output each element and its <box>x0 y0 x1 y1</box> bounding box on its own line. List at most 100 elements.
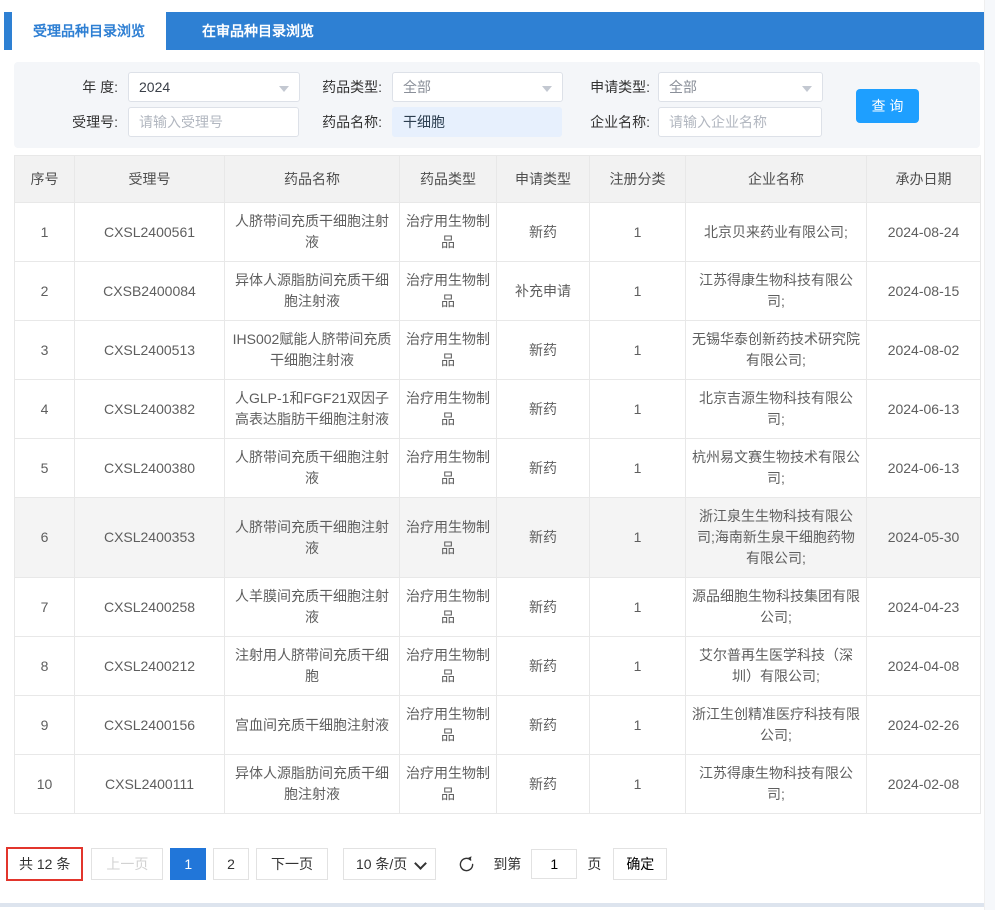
table-cell: CXSL2400156 <box>75 696 225 755</box>
jump-page-input[interactable] <box>531 849 577 879</box>
table-cell: 1 <box>590 578 686 637</box>
table-cell: 人GLP-1和FGF21双因子高表达脂肪干细胞注射液 <box>225 380 400 439</box>
table-cell: 新药 <box>497 321 590 380</box>
table-cell: CXSL2400111 <box>75 755 225 814</box>
footer-divider <box>0 903 995 907</box>
table-cell: 1 <box>590 262 686 321</box>
year-label: 年 度: <box>42 72 118 102</box>
column-header: 申请类型 <box>497 156 590 203</box>
table-row: 6CXSL2400353人脐带间充质干细胞注射液治疗用生物制品新药1浙江泉生生物… <box>15 498 981 578</box>
table-row: 5CXSL2400380人脐带间充质干细胞注射液治疗用生物制品新药1杭州易文赛生… <box>15 439 981 498</box>
table-cell: 1 <box>15 203 75 262</box>
table-cell: 注射用人脐带间充质干细胞 <box>225 637 400 696</box>
apply-type-label: 申请类型: <box>570 72 650 102</box>
table-cell: CXSL2400380 <box>75 439 225 498</box>
tab-accepted-catalog[interactable]: 受理品种目录浏览 <box>12 12 166 50</box>
table-cell: 新药 <box>497 637 590 696</box>
table-cell: 7 <box>15 578 75 637</box>
page: 受理品种目录浏览 在审品种目录浏览 年 度: 2024 药品类型: 全部 申请类… <box>0 0 995 910</box>
table-cell: 治疗用生物制品 <box>400 755 497 814</box>
table-cell: 2024-06-13 <box>867 380 981 439</box>
chevron-down-icon <box>279 86 289 92</box>
table-cell: CXSL2400561 <box>75 203 225 262</box>
table-cell: 源品细胞生物科技集团有限公司; <box>686 578 867 637</box>
table-cell: 1 <box>590 380 686 439</box>
refresh-icon[interactable] <box>456 854 477 875</box>
page-size-select[interactable]: 10 条/页 <box>343 848 436 880</box>
table-row: 1CXSL2400561人脐带间充质干细胞注射液治疗用生物制品新药1北京贝来药业… <box>15 203 981 262</box>
table-cell: 2024-04-08 <box>867 637 981 696</box>
column-header: 药品类型 <box>400 156 497 203</box>
table-cell: 艾尔普再生医学科技（深圳）有限公司; <box>686 637 867 696</box>
company-name-input[interactable] <box>658 107 822 137</box>
column-header: 企业名称 <box>686 156 867 203</box>
table-row: 3CXSL2400513IHS002赋能人脐带间充质干细胞注射液治疗用生物制品新… <box>15 321 981 380</box>
prev-page-button[interactable]: 上一页 <box>91 848 163 880</box>
apply-type-select[interactable]: 全部 <box>658 72 823 102</box>
table-row: 8CXSL2400212注射用人脐带间充质干细胞治疗用生物制品新药1艾尔普再生医… <box>15 637 981 696</box>
table-cell: 1 <box>590 498 686 578</box>
chevron-down-icon <box>802 86 812 92</box>
column-header: 受理号 <box>75 156 225 203</box>
table-cell: 治疗用生物制品 <box>400 439 497 498</box>
table-cell: CXSL2400258 <box>75 578 225 637</box>
table-cell: 2 <box>15 262 75 321</box>
table-row: 7CXSL2400258人羊膜间充质干细胞注射液治疗用生物制品新药1源品细胞生物… <box>15 578 981 637</box>
page-button-1[interactable]: 1 <box>170 848 206 880</box>
table-cell: 2024-06-13 <box>867 439 981 498</box>
table-row: 4CXSL2400382人GLP-1和FGF21双因子高表达脂肪干细胞注射液治疗… <box>15 380 981 439</box>
table-cell: 新药 <box>497 578 590 637</box>
drug-type-select[interactable]: 全部 <box>392 72 563 102</box>
table-cell: 新药 <box>497 755 590 814</box>
year-select[interactable]: 2024 <box>128 72 300 102</box>
table-cell: 治疗用生物制品 <box>400 380 497 439</box>
next-page-button[interactable]: 下一页 <box>256 848 328 880</box>
table-cell: 4 <box>15 380 75 439</box>
vertical-scrollbar[interactable] <box>984 0 995 910</box>
table-cell: 2024-05-30 <box>867 498 981 578</box>
table-cell: 治疗用生物制品 <box>400 203 497 262</box>
table-cell: 9 <box>15 696 75 755</box>
drug-name-input[interactable] <box>392 107 562 137</box>
table-row: 10CXSL2400111异体人源脂肪间充质干细胞注射液治疗用生物制品新药1江苏… <box>15 755 981 814</box>
table-cell: 2024-02-08 <box>867 755 981 814</box>
chevron-down-icon <box>542 86 552 92</box>
table-cell: 2024-08-02 <box>867 321 981 380</box>
table-cell: 浙江泉生生物科技有限公司;海南新生泉干细胞药物有限公司; <box>686 498 867 578</box>
pagination-bar: 共 12 条 上一页 1 2 下一页 10 条/页 到第 页 确定 <box>6 845 667 883</box>
table-cell: 2024-08-24 <box>867 203 981 262</box>
acceptance-no-label: 受理号: <box>42 107 118 137</box>
table-cell: 人脐带间充质干细胞注射液 <box>225 498 400 578</box>
table-cell: 1 <box>590 321 686 380</box>
table-cell: 3 <box>15 321 75 380</box>
table-cell: 治疗用生物制品 <box>400 578 497 637</box>
table-cell: 治疗用生物制品 <box>400 696 497 755</box>
table-cell: 1 <box>590 696 686 755</box>
tab-under-review-catalog[interactable]: 在审品种目录浏览 <box>190 12 326 50</box>
table-cell: 新药 <box>497 439 590 498</box>
table-cell: 1 <box>590 755 686 814</box>
table-head-row: 序号受理号药品名称药品类型申请类型注册分类企业名称承办日期 <box>15 156 981 203</box>
table-cell: 江苏得康生物科技有限公司; <box>686 262 867 321</box>
results-table: 序号受理号药品名称药品类型申请类型注册分类企业名称承办日期 1CXSL24005… <box>14 155 981 814</box>
page-button-2[interactable]: 2 <box>213 848 249 880</box>
table-row: 2CXSB2400084异体人源脂肪间充质干细胞注射液治疗用生物制品补充申请1江… <box>15 262 981 321</box>
column-header: 承办日期 <box>867 156 981 203</box>
table-cell: 异体人源脂肪间充质干细胞注射液 <box>225 755 400 814</box>
tab-bar: 受理品种目录浏览 在审品种目录浏览 <box>4 12 985 50</box>
table-cell: 人脐带间充质干细胞注射液 <box>225 439 400 498</box>
drug-type-select-value: 全部 <box>403 79 431 95</box>
table-cell: 2024-04-23 <box>867 578 981 637</box>
table-cell: 2024-08-15 <box>867 262 981 321</box>
confirm-button[interactable]: 确定 <box>613 848 667 880</box>
acceptance-no-input[interactable] <box>128 107 299 137</box>
total-count: 共 12 条 <box>11 851 78 877</box>
search-button[interactable]: 查 询 <box>856 89 919 123</box>
table-cell: 无锡华泰创新药技术研究院有限公司; <box>686 321 867 380</box>
table-cell: CXSL2400353 <box>75 498 225 578</box>
table-cell: 5 <box>15 439 75 498</box>
company-name-label: 企业名称: <box>570 107 650 137</box>
column-header: 药品名称 <box>225 156 400 203</box>
table-cell: 补充申请 <box>497 262 590 321</box>
apply-type-select-value: 全部 <box>669 79 697 95</box>
